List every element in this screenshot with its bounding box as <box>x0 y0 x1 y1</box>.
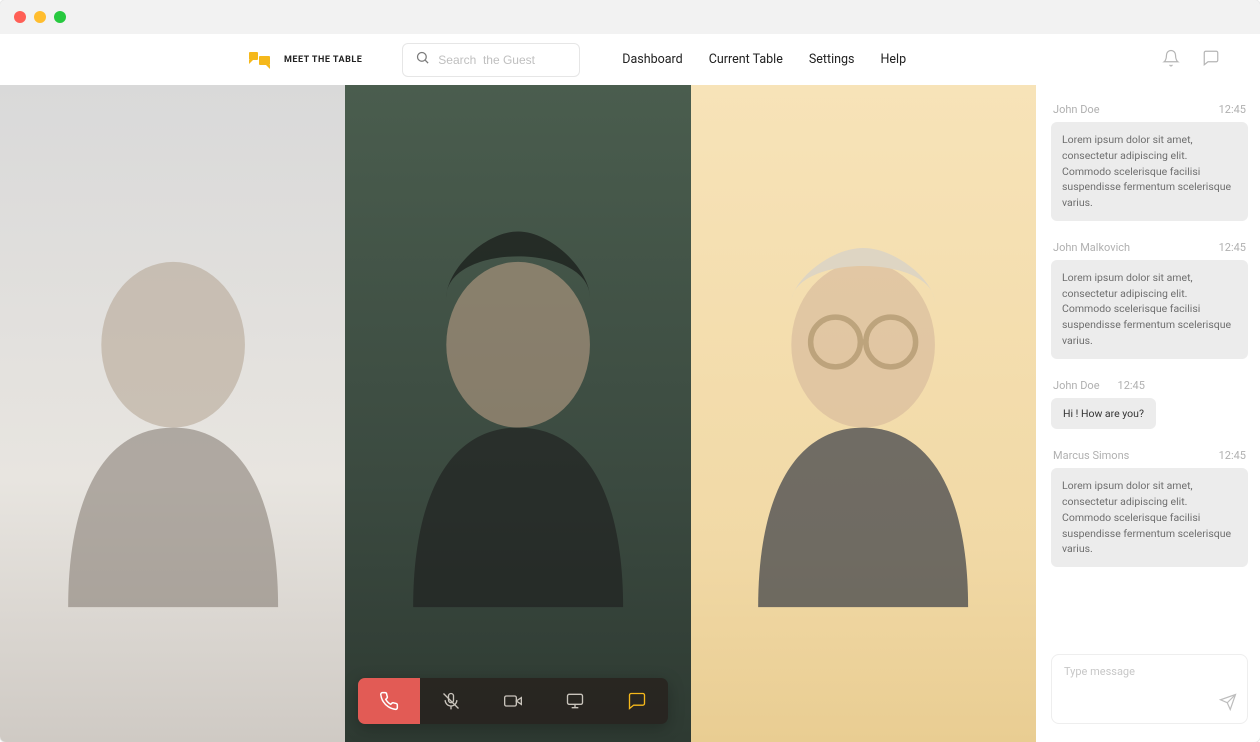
chat-message: Marcus Simons 12:45 Lorem ipsum dolor si… <box>1051 449 1248 567</box>
chat-time: 12:45 <box>1219 449 1246 462</box>
chat-panel: John Doe 12:45 Lorem ipsum dolor sit ame… <box>1036 85 1260 742</box>
screen-share-button[interactable] <box>544 678 606 724</box>
chat-sender: John Malkovich <box>1053 241 1130 254</box>
call-controls <box>358 678 668 724</box>
chat-textarea[interactable] <box>1064 665 1235 713</box>
logo[interactable]: MEET THE TABLE <box>246 51 362 69</box>
window-titlebar <box>0 0 1260 34</box>
participant-silhouette-icon <box>725 151 1001 677</box>
mic-mute-button[interactable] <box>420 678 482 724</box>
window-minimize-dot[interactable] <box>34 11 46 23</box>
nav-help[interactable]: Help <box>881 52 907 67</box>
window-zoom-dot[interactable] <box>54 11 66 23</box>
chat-time: 12:45 <box>1118 379 1145 392</box>
chat-sender: John Doe <box>1053 103 1100 116</box>
send-icon[interactable] <box>1219 693 1237 715</box>
search-input[interactable] <box>438 53 567 67</box>
search-icon <box>415 50 430 69</box>
chat-time: 12:45 <box>1219 241 1246 254</box>
bell-icon[interactable] <box>1162 49 1180 71</box>
top-nav: MEET THE TABLE Dashboard Current Table S… <box>0 34 1260 85</box>
nav-current-table[interactable]: Current Table <box>709 52 783 67</box>
video-tile-1[interactable] <box>0 85 345 742</box>
chat-time: 12:45 <box>1219 103 1246 116</box>
chat-text: Lorem ipsum dolor sit amet, consectetur … <box>1051 122 1248 221</box>
chat-text: Lorem ipsum dolor sit amet, consectetur … <box>1051 260 1248 359</box>
video-toggle-button[interactable] <box>482 678 544 724</box>
video-grid <box>0 85 1036 742</box>
chat-message: John Malkovich 12:45 Lorem ipsum dolor s… <box>1051 241 1248 359</box>
participant-silhouette-icon <box>380 151 656 677</box>
content-area: John Doe 12:45 Lorem ipsum dolor sit ame… <box>0 85 1260 742</box>
nav-dashboard[interactable]: Dashboard <box>622 52 682 67</box>
video-tile-3[interactable] <box>691 85 1036 742</box>
chat-sender: John Doe <box>1053 379 1100 392</box>
window-close-dot[interactable] <box>14 11 26 23</box>
participant-silhouette-icon <box>35 151 311 677</box>
chat-message-list[interactable]: John Doe 12:45 Lorem ipsum dolor sit ame… <box>1037 85 1260 644</box>
chat-message: John Doe 12:45 Lorem ipsum dolor sit ame… <box>1051 103 1248 221</box>
hangup-button[interactable] <box>358 678 420 724</box>
nav-action-icons <box>1162 49 1220 71</box>
chat-toggle-button[interactable] <box>606 678 668 724</box>
app-window: MEET THE TABLE Dashboard Current Table S… <box>0 0 1260 742</box>
chat-text: Hi ! How are you? <box>1051 398 1156 430</box>
chat-input-box[interactable] <box>1051 654 1248 724</box>
video-tile-2[interactable] <box>345 85 690 742</box>
chat-message: John Doe 12:45 Hi ! How are you? <box>1051 379 1248 430</box>
logo-text: MEET THE TABLE <box>284 55 362 65</box>
chat-text: Lorem ipsum dolor sit amet, consectetur … <box>1051 468 1248 567</box>
nav-settings[interactable]: Settings <box>809 52 855 67</box>
chat-icon[interactable] <box>1202 49 1220 71</box>
logo-icon <box>246 51 274 69</box>
chat-sender: Marcus Simons <box>1053 449 1129 462</box>
nav-links: Dashboard Current Table Settings Help <box>622 52 906 67</box>
search-box[interactable] <box>402 43 580 77</box>
